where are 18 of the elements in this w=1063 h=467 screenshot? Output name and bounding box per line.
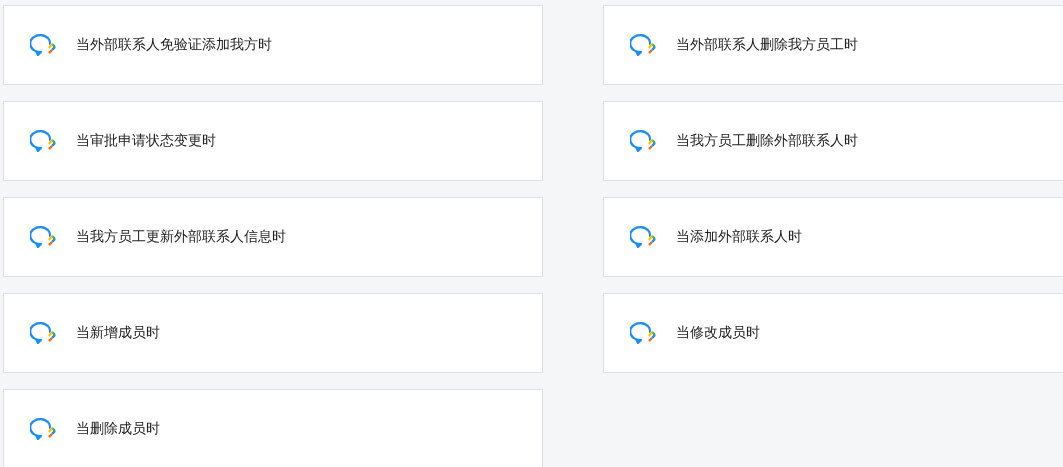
trigger-label: 当修改成员时: [676, 324, 760, 342]
trigger-label: 当我方员工更新外部联系人信息时: [76, 228, 286, 246]
trigger-card[interactable]: 当外部联系人删除我方员工时: [603, 5, 1063, 85]
trigger-card[interactable]: 当外部联系人免验证添加我方时: [3, 5, 543, 85]
trigger-card[interactable]: 当删除成员时: [3, 389, 543, 467]
trigger-card[interactable]: 当审批申请状态变更时: [3, 101, 543, 181]
trigger-card[interactable]: 当新增成员时: [3, 293, 543, 373]
trigger-label: 当外部联系人删除我方员工时: [676, 36, 858, 54]
trigger-label: 当审批申请状态变更时: [76, 132, 216, 150]
trigger-card[interactable]: 当我方员工删除外部联系人时: [603, 101, 1063, 181]
trigger-card[interactable]: 当添加外部联系人时: [603, 197, 1063, 277]
trigger-label: 当删除成员时: [76, 420, 160, 438]
trigger-card[interactable]: 当修改成员时: [603, 293, 1063, 373]
trigger-label: 当添加外部联系人时: [676, 228, 802, 246]
trigger-label: 当我方员工删除外部联系人时: [676, 132, 858, 150]
trigger-label: 当新增成员时: [76, 324, 160, 342]
trigger-card[interactable]: 当我方员工更新外部联系人信息时: [3, 197, 543, 277]
trigger-label: 当外部联系人免验证添加我方时: [76, 36, 272, 54]
